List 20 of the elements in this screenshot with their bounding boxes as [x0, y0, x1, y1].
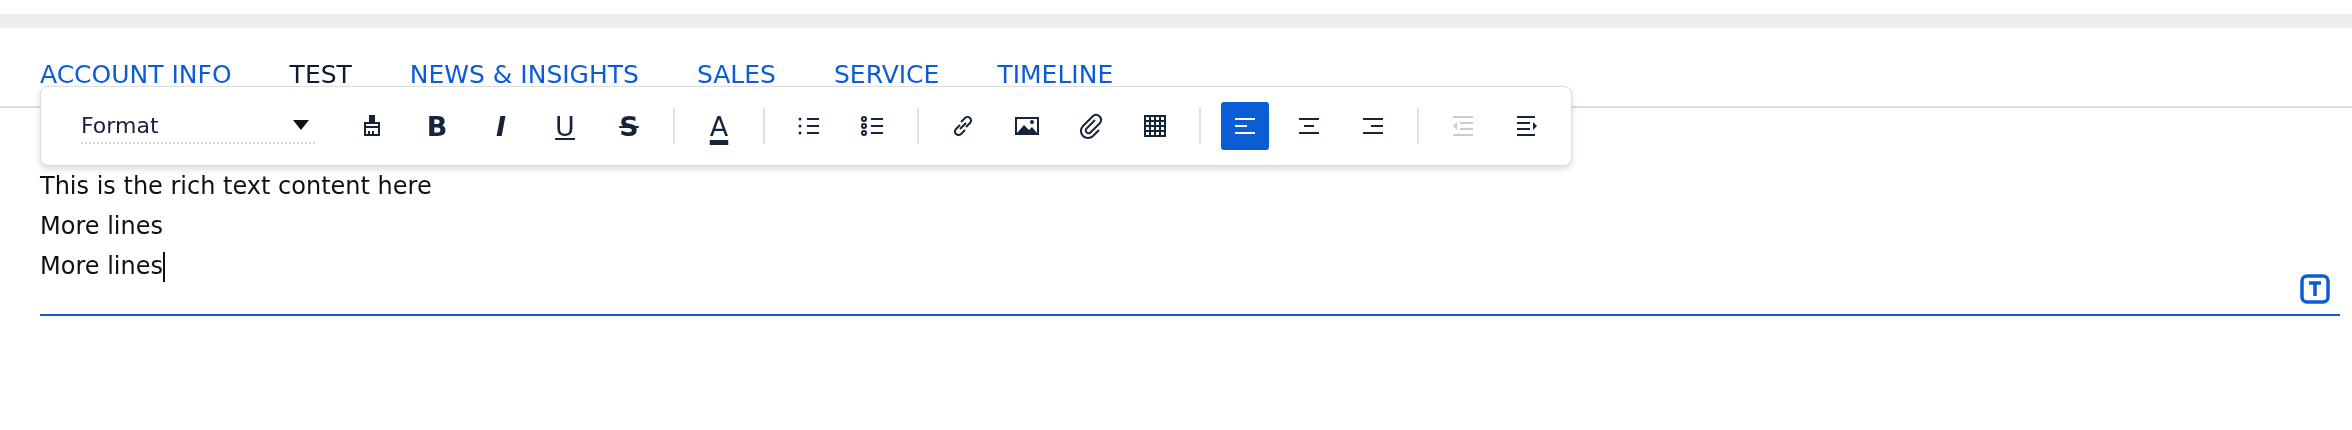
paperclip-icon	[1077, 112, 1105, 140]
text-line: More lines	[40, 251, 165, 284]
left-button[interactable]	[1221, 102, 1269, 150]
bold-button[interactable]: B	[413, 102, 461, 150]
tab[interactable]: SERVICE	[833, 58, 940, 90]
table-icon	[1141, 112, 1169, 140]
text-line: More lines	[40, 211, 163, 242]
strike-button[interactable]: S	[605, 102, 653, 150]
caret-icon	[293, 120, 309, 130]
tab[interactable]: SALES	[696, 58, 776, 90]
tab[interactable]: TEST	[289, 58, 352, 90]
color-button[interactable]: A	[695, 102, 743, 150]
tab[interactable]: ACCOUNT INFO	[40, 58, 232, 90]
tab[interactable]: TIMELINE	[997, 58, 1114, 90]
italic-button[interactable]: I	[477, 102, 525, 150]
underline-button[interactable]: U	[541, 102, 589, 150]
tab[interactable]: NEWS & INSIGHTS	[409, 58, 639, 90]
format-dropdown[interactable]: Format	[81, 108, 315, 144]
text-line: This is the rich text content here	[40, 171, 432, 202]
text-format-icon[interactable]	[2300, 274, 2330, 304]
